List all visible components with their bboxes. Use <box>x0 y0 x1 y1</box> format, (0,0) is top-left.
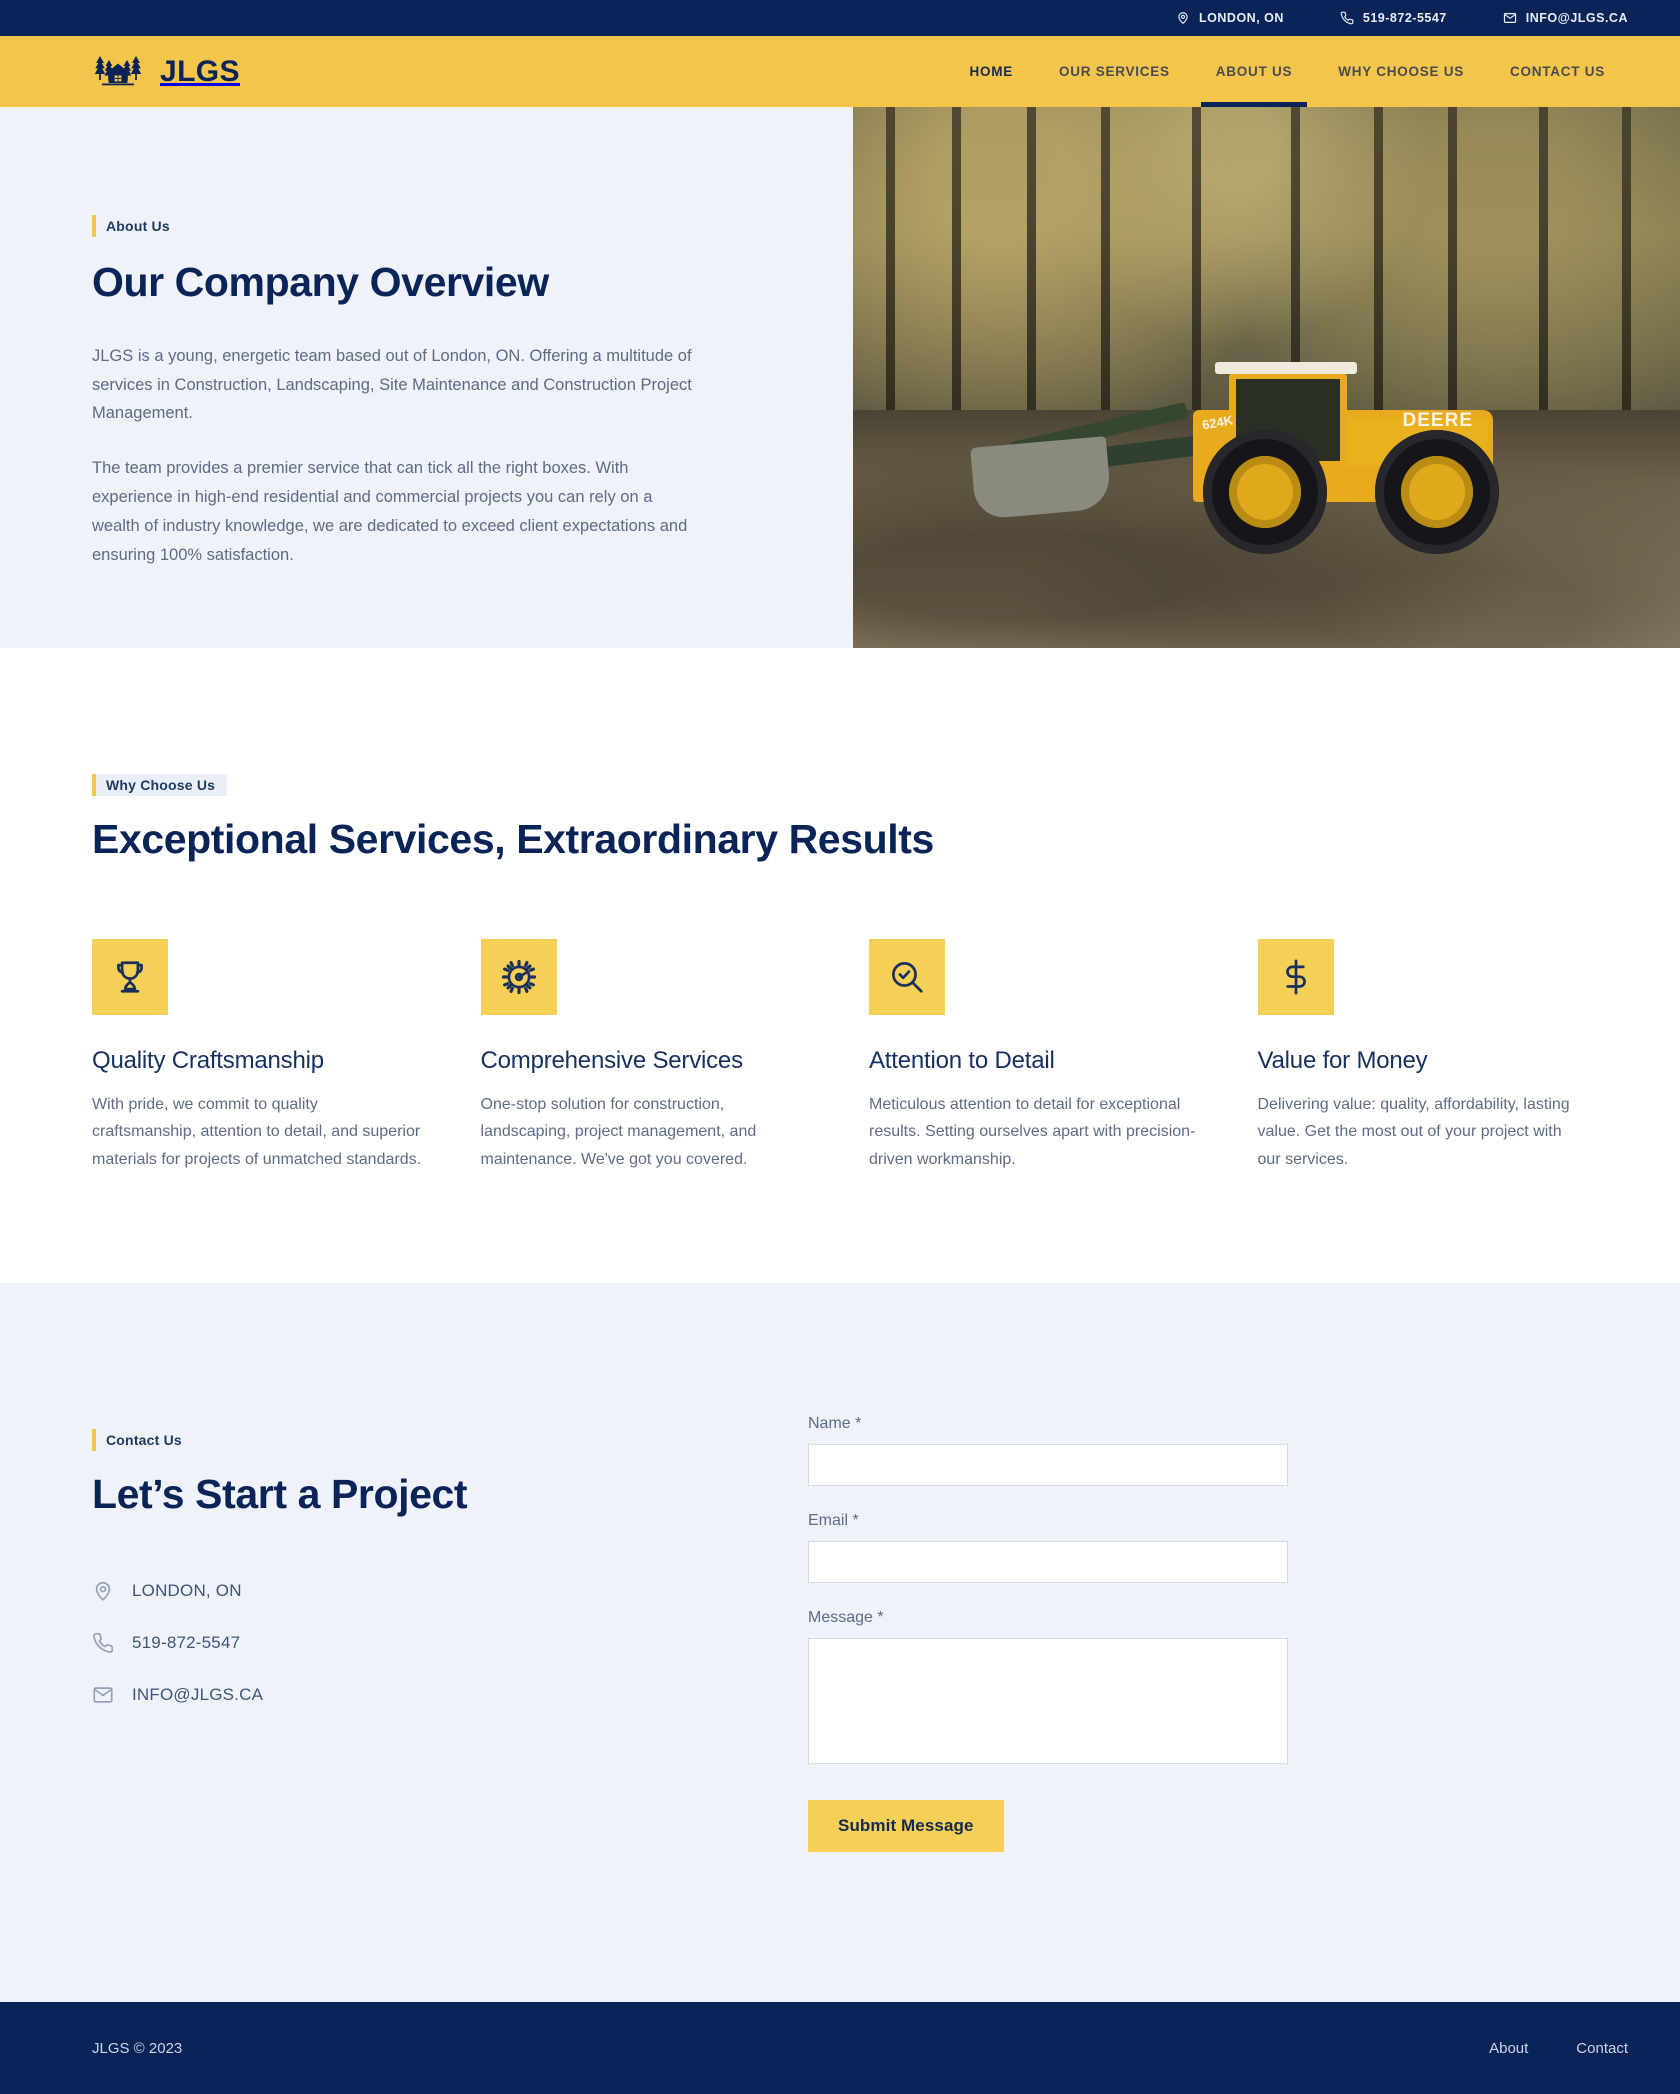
nav-item-our-services[interactable]: OUR SERVICES <box>1036 36 1193 107</box>
name-label: Name * <box>808 1415 862 1433</box>
field-name: Name * <box>808 1415 1288 1487</box>
contact-info: Contact Us Let’s Start a Project LONDON,… <box>92 1403 712 1852</box>
contact-detail-location-label: LONDON, ON <box>132 1581 242 1601</box>
nav-item-about-us[interactable]: ABOUT US <box>1193 36 1316 107</box>
loader-roof <box>1215 362 1357 374</box>
contact-eyebrow-label: Contact Us <box>106 1432 182 1449</box>
about-eyebrow: About Us <box>92 215 182 237</box>
contact-detail-location[interactable]: LONDON, ON <box>92 1580 712 1602</box>
email-label: Email * <box>808 1512 859 1530</box>
site-footer: JLGS © 2023 About Contact <box>0 2002 1680 2094</box>
feature-card-comprehensive-services: Comprehensive Services One-stop solution… <box>480 938 812 1174</box>
feature-card-value-for-money: Value for Money Delivering value: qualit… <box>1257 938 1589 1174</box>
why-eyebrow-label: Why Choose Us <box>106 777 216 793</box>
feature-title: Value for Money <box>1257 1046 1428 1074</box>
top-contact-bar: LONDON, ON 519-872-5547 INFO@JLGS.CA <box>0 0 1680 36</box>
topbar-email-label: INFO@JLGS.CA <box>1525 11 1628 25</box>
nav-item-why-choose-us[interactable]: WHY CHOOSE US <box>1315 36 1487 107</box>
magnifier-check-icon <box>869 938 945 1015</box>
nav-item-contact-us-label: CONTACT US <box>1510 64 1605 79</box>
about-image: DEERE 624K <box>853 107 1680 648</box>
contact-section: Contact Us Let’s Start a Project LONDON,… <box>0 1283 1680 2003</box>
about-copy: About Us Our Company Overview JLGS is a … <box>0 107 853 648</box>
contact-detail-email-label: INFO@JLGS.CA <box>132 1685 264 1705</box>
feature-title: Attention to Detail <box>869 1046 1055 1074</box>
why-choose-us-section: Why Choose Us Exceptional Services, Extr… <box>0 648 1680 1284</box>
loader-wheel-front <box>1203 430 1327 554</box>
feature-description: Meticulous attention to detail for excep… <box>869 1095 1196 1168</box>
topbar-email[interactable]: INFO@JLGS.CA <box>1503 11 1628 25</box>
feature-description: With pride, we commit to quality craftsm… <box>92 1095 422 1168</box>
topbar-location[interactable]: LONDON, ON <box>1176 11 1284 25</box>
feature-title: Quality Craftsmanship <box>92 1046 324 1074</box>
topbar-location-label: LONDON, ON <box>1199 11 1284 25</box>
about-eyebrow-label: About Us <box>106 218 170 234</box>
about-section: About Us Our Company Overview JLGS is a … <box>0 107 1680 648</box>
submit-message-button[interactable]: Submit Message <box>808 1800 1004 1853</box>
contact-form: Name * Email * Message * Submit Message <box>808 1403 1288 1853</box>
footer-copyright: JLGS © 2023 <box>92 2039 183 2057</box>
gear-icon <box>480 938 557 1015</box>
loader-brand-text: DEERE <box>1402 410 1473 431</box>
main-nav: HOME OUR SERVICES ABOUT US WHY CHOOSE US… <box>946 36 1628 107</box>
map-pin-icon <box>92 1580 114 1602</box>
nav-item-our-services-label: OUR SERVICES <box>1058 64 1170 79</box>
contact-eyebrow: Contact Us <box>92 1429 194 1452</box>
nav-item-home[interactable]: HOME <box>946 36 1036 107</box>
feature-title: Comprehensive Services <box>480 1046 744 1074</box>
topbar-phone-label: 519-872-5547 <box>1362 11 1447 25</box>
feature-card-attention-to-detail: Attention to Detail Meticulous attention… <box>869 938 1200 1174</box>
email-input[interactable] <box>808 1541 1288 1584</box>
footer-link-about[interactable]: About <box>1489 2040 1528 2057</box>
site-header: JLGS HOME OUR SERVICES ABOUT US WHY CHOO… <box>0 36 1680 107</box>
envelope-icon <box>92 1684 114 1706</box>
contact-detail-phone-label: 519-872-5547 <box>132 1633 241 1653</box>
nav-item-home-label: HOME <box>969 64 1013 79</box>
loader-photo: DEERE 624K <box>853 107 1680 648</box>
phone-icon <box>1340 11 1354 25</box>
about-heading: Our Company Overview <box>92 259 549 305</box>
loader-bucket <box>970 436 1112 520</box>
topbar-phone[interactable]: 519-872-5547 <box>1340 11 1447 25</box>
message-label: Message * <box>808 1609 884 1627</box>
why-eyebrow: Why Choose Us <box>92 774 228 796</box>
brand-logo-link[interactable]: JLGS <box>90 52 240 92</box>
envelope-icon <box>1503 11 1517 25</box>
field-email: Email * <box>808 1512 1288 1584</box>
field-message: Message * <box>808 1609 1288 1765</box>
page-root: LONDON, ON 519-872-5547 INFO@JLGS.CA JLG… <box>0 0 1680 2094</box>
cabin-trees-logo-icon <box>90 52 146 92</box>
about-paragraph-2: The team provides a premier service that… <box>92 459 688 564</box>
footer-link-contact[interactable]: Contact <box>1576 2040 1628 2057</box>
loader-wheel-rear <box>1375 430 1499 554</box>
nav-item-about-us-label: ABOUT US <box>1215 64 1293 79</box>
trophy-icon <box>92 938 168 1015</box>
map-pin-icon <box>1176 11 1190 25</box>
dollar-sign-icon <box>1257 938 1334 1015</box>
about-paragraph-1: JLGS is a young, energetic team based ou… <box>92 346 692 423</box>
contact-detail-phone[interactable]: 519-872-5547 <box>92 1632 712 1654</box>
name-input[interactable] <box>808 1444 1288 1487</box>
contact-detail-email[interactable]: INFO@JLGS.CA <box>92 1684 712 1706</box>
nav-item-contact-us[interactable]: CONTACT US <box>1487 36 1628 107</box>
message-textarea[interactable] <box>808 1638 1288 1765</box>
feature-description: Delivering value: quality, affordability… <box>1257 1095 1570 1168</box>
nav-item-why-choose-us-label: WHY CHOOSE US <box>1338 64 1464 79</box>
wheel-loader-illustration: DEERE 624K <box>970 310 1533 560</box>
footer-links: About Contact <box>1489 2040 1628 2057</box>
feature-description: One-stop solution for construction, land… <box>480 1095 757 1168</box>
feature-card-quality-craftsmanship: Quality Craftsmanship With pride, we com… <box>92 938 423 1174</box>
brand-name: JLGS <box>160 54 240 88</box>
contact-details-list: LONDON, ON 519-872-5547 INFO@JLGS.CA <box>92 1580 712 1706</box>
feature-grid: Quality Craftsmanship With pride, we com… <box>92 938 1589 1174</box>
phone-icon <box>92 1632 114 1654</box>
contact-heading: Let’s Start a Project <box>92 1471 468 1518</box>
why-heading: Exceptional Services, Extraordinary Resu… <box>92 816 934 862</box>
